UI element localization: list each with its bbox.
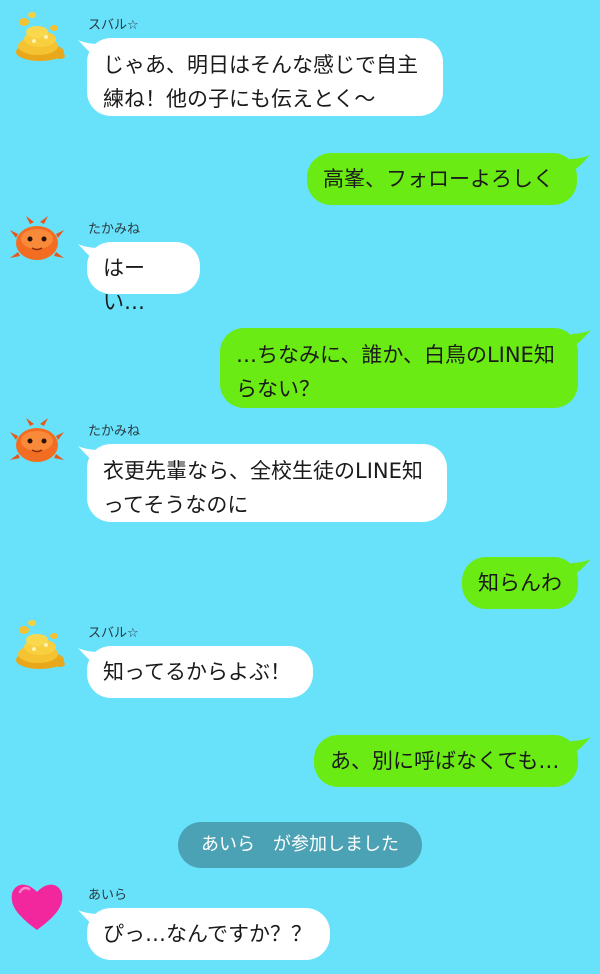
bubble-tail [571,737,591,757]
message-text: ってそうなのに [103,493,249,517]
message-bubble[interactable]: はーい… [87,242,200,314]
message-bubble[interactable]: ぴっ…なんですか？？ [87,908,330,960]
message-text: 衣更先輩なら、全校生徒のLINE知 [103,459,423,483]
orange-crab-avatar-icon[interactable] [8,414,66,472]
message-bubble[interactable]: じゃあ、明日はそんな感じで自主 練ね！他の子にも伝えとく〜 [87,38,443,116]
orange-crab-avatar-icon[interactable] [8,212,66,270]
message-bubble[interactable]: 高峯、フォローよろしく [307,153,577,205]
message-text: 高峯、フォローよろしく [323,167,554,191]
message-text: あ、別に呼ばなくても… [330,749,560,773]
message-bubble[interactable]: 知らんわ [462,557,578,609]
message-text: ぴっ…なんですか？？ [103,922,312,946]
pink-heart-avatar-icon[interactable] [8,878,66,936]
gold-coins-avatar-icon[interactable] [10,8,68,66]
system-join-notice: あいら が参加しました [178,822,422,868]
sender-name: スバル☆ [88,626,139,641]
message-bubble[interactable]: 衣更先輩なら、全校生徒のLINE知 ってそうなのに [87,444,447,522]
bubble-tail [571,559,591,579]
message-text: はーい… [103,256,145,314]
message-bubble[interactable]: …ちなみに、誰か、白鳥のLINE知 らない？ [220,328,578,408]
sender-name: たかみね [88,222,141,237]
gold-coins-avatar-icon[interactable] [10,616,68,674]
message-text: 知ってるからよぶ！ [103,660,291,684]
sender-name: たかみね [88,424,141,439]
sender-name: あいら [88,888,128,903]
sender-name: スバル☆ [88,18,139,33]
bubble-tail [570,155,590,175]
message-bubble[interactable]: あ、別に呼ばなくても… [314,735,578,787]
bubble-tail [571,330,591,350]
message-text: 知らんわ [478,571,562,595]
message-bubble[interactable]: 知ってるからよぶ！ [87,646,313,698]
message-text: …ちなみに、誰か、白鳥のLINE知 [236,343,555,367]
message-text: らない？ [236,377,320,401]
message-text: 練ね！他の子にも伝えとく〜 [103,87,376,111]
message-text: じゃあ、明日はそんな感じで自主 [103,53,418,77]
